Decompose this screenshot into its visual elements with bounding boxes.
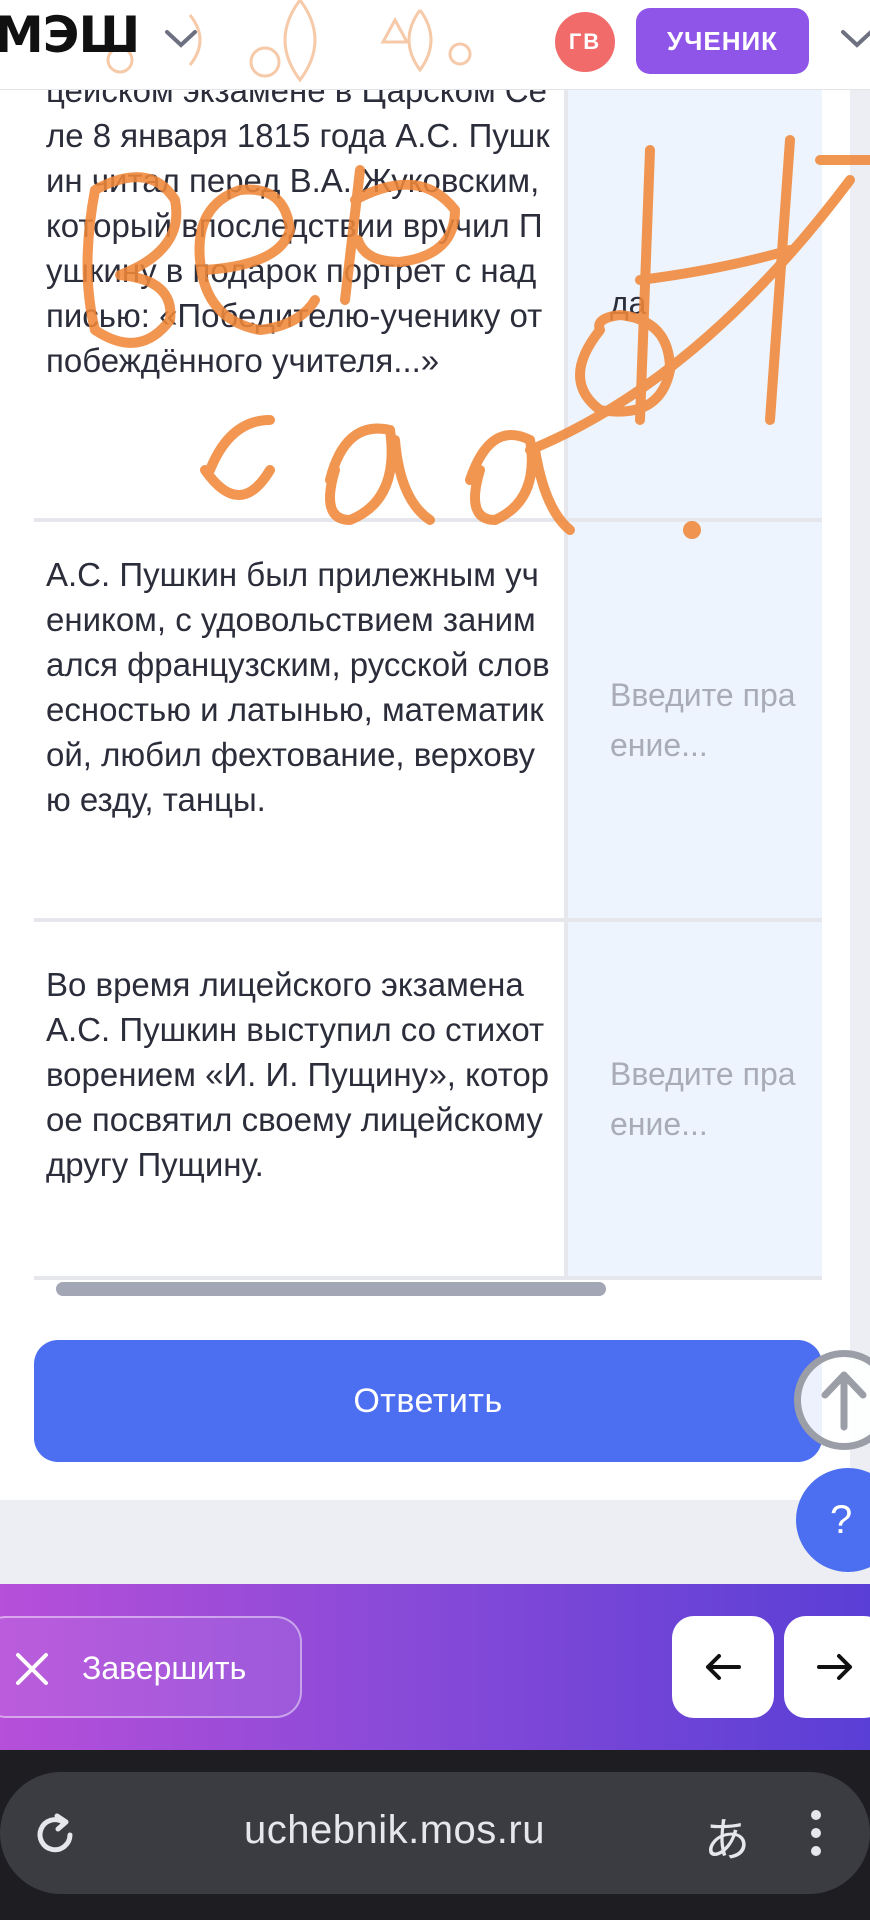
- statements-table[interactable]: цейском экзамене в Царском Селе 8 января…: [34, 90, 822, 1280]
- address-bar[interactable]: uchebnik.mos.ru あ: [0, 1772, 870, 1894]
- statement-text: Во время лицейского экзамена А.С. Пушкин…: [46, 966, 550, 1183]
- statement-cell: Во время лицейского экзамена А.С. Пушкин…: [34, 922, 564, 1276]
- statement-text: А.С. Пушкин был прилежным учеником, с уд…: [46, 556, 550, 818]
- submit-button[interactable]: Ответить: [34, 1340, 822, 1462]
- content-area: цейском экзамене в Царском Селе 8 января…: [0, 90, 870, 1500]
- reload-icon[interactable]: [30, 1810, 80, 1860]
- answer-input[interactable]: Введите пра ение...: [564, 922, 822, 1276]
- browser-toolbar: uchebnik.mos.ru あ: [0, 1750, 870, 1920]
- chevron-down-icon[interactable]: [840, 28, 870, 50]
- finish-button[interactable]: Завершить: [0, 1616, 302, 1718]
- arrow-up-icon: [821, 1371, 867, 1431]
- chevron-down-icon[interactable]: [164, 28, 198, 50]
- statement-text: цейском экзамене в Царском Селе 8 января…: [46, 90, 550, 379]
- close-icon: [16, 1653, 48, 1685]
- translate-icon[interactable]: あ: [704, 1804, 750, 1870]
- answer-input[interactable]: Введите пра ение...: [564, 522, 822, 918]
- statement-cell: А.С. Пушкин был прилежным учеником, с уд…: [34, 522, 564, 918]
- answer-placeholder: Введите пра ение...: [610, 1056, 796, 1142]
- task-card: цейском экзамене в Царском Селе 8 января…: [0, 90, 850, 1500]
- more-menu-icon[interactable]: [808, 1808, 824, 1858]
- horizontal-scrollbar[interactable]: [56, 1282, 606, 1296]
- statement-cell: цейском экзамене в Царском Селе 8 января…: [34, 90, 564, 518]
- finish-label: Завершить: [82, 1650, 247, 1686]
- answer-placeholder: Введите пра ение...: [610, 677, 796, 763]
- answer-value: да: [610, 285, 647, 321]
- previous-task-button[interactable]: [672, 1616, 774, 1718]
- table-row: А.С. Пушкин был прилежным учеником, с уд…: [34, 522, 822, 922]
- next-task-button[interactable]: [784, 1616, 870, 1718]
- table-row: цейском экзамене в Царском Селе 8 января…: [34, 90, 822, 522]
- arrow-right-icon: [817, 1654, 852, 1680]
- arrow-left-icon: [706, 1654, 741, 1680]
- table-row: Во время лицейского экзамена А.С. Пушкин…: [34, 922, 822, 1280]
- scroll-to-top-button[interactable]: [794, 1350, 870, 1450]
- top-header: МЭШ ГВ УЧЕНИК: [0, 0, 870, 90]
- task-navigation-bar: Завершить: [0, 1584, 870, 1750]
- url-text[interactable]: uchebnik.mos.ru: [244, 1808, 545, 1853]
- app-logo[interactable]: МЭШ: [0, 6, 140, 64]
- answer-cell[interactable]: да: [564, 90, 822, 518]
- role-badge[interactable]: УЧЕНИК: [636, 8, 809, 74]
- avatar[interactable]: ГВ: [555, 12, 615, 72]
